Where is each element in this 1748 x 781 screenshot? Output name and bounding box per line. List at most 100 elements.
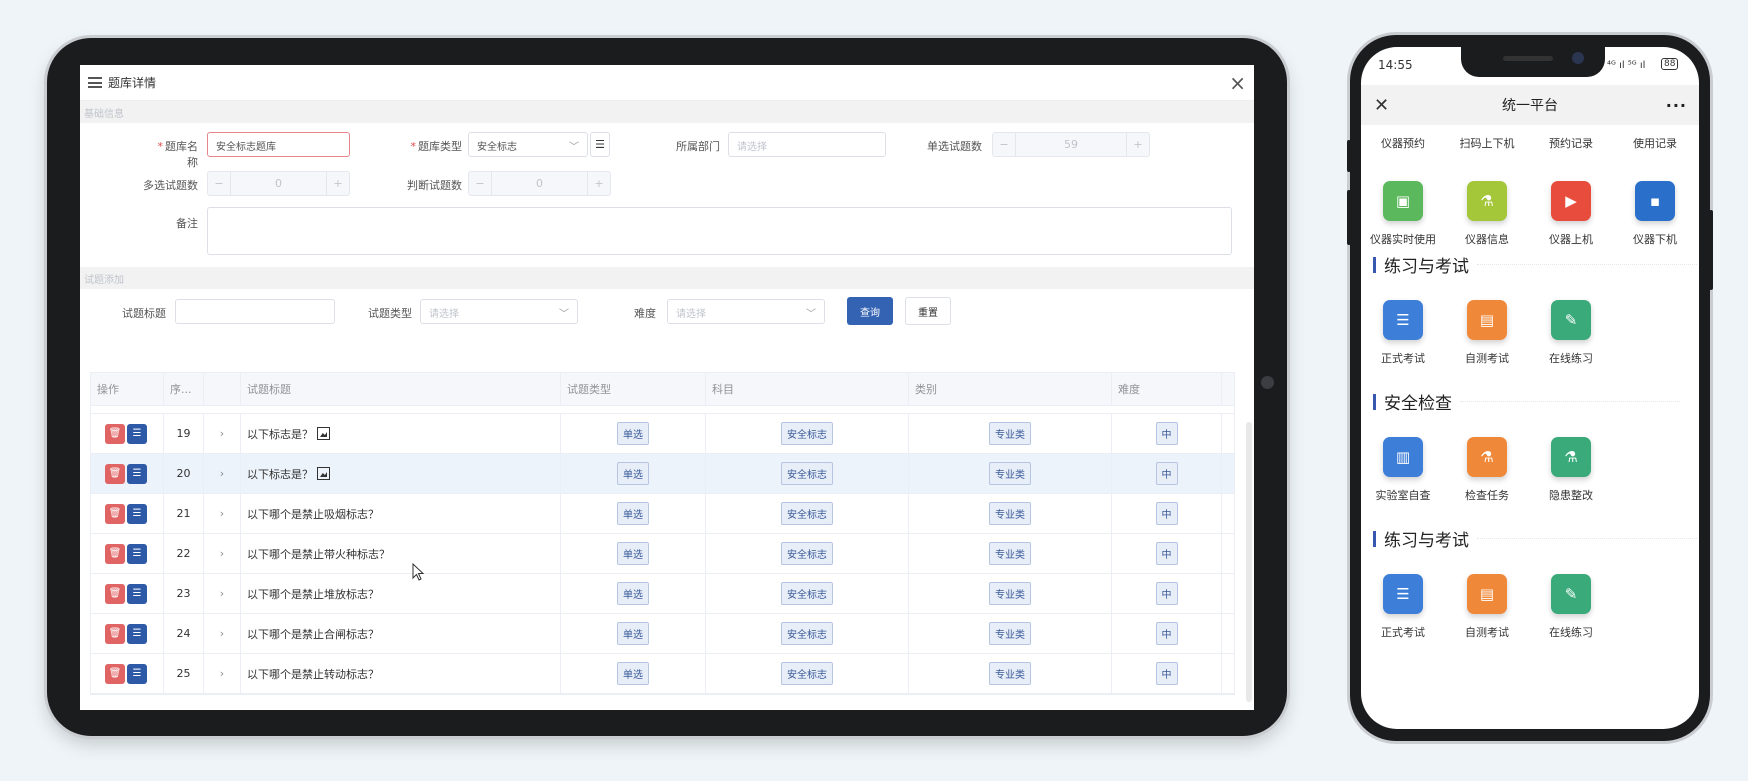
app-icon: ⚗	[1551, 437, 1591, 477]
dept-label: 所属部门	[676, 140, 720, 153]
row-actions: 🗑 ☰	[91, 414, 164, 453]
dept-select[interactable]: 请选择	[728, 132, 886, 157]
app-icon: ☰	[1383, 300, 1423, 340]
detail-list-icon[interactable]: ☰	[127, 583, 147, 604]
row-seq: 21	[164, 494, 204, 533]
section-title-safety: 安全检查	[1373, 389, 1680, 414]
decrement-button[interactable]: −	[993, 133, 1015, 156]
filter-title-input[interactable]	[175, 299, 335, 324]
detail-list-icon[interactable]: ☰	[127, 423, 147, 444]
app-tile[interactable]: ▤ 自测考试	[1445, 300, 1529, 366]
delete-icon[interactable]: 🗑	[105, 623, 125, 644]
app-tile[interactable]: ⚗ 仪器信息	[1445, 181, 1529, 247]
app-label: 隐患整改	[1549, 489, 1593, 502]
grid-row-instrument-2: ▣ 仪器实时使用 ⚗ 仪器信息 ▶ 仪器上机 ▪ 仪器下机	[1361, 181, 1699, 247]
category-tag: 专业类	[989, 582, 1031, 605]
increment-button[interactable]: +	[588, 172, 610, 195]
difficulty-tag: 中	[1155, 422, 1178, 445]
bank-type-label: * 题库类型	[410, 140, 463, 153]
table-row[interactable]: 🗑 ☰ 19 › 以下标志是？ 单选 安全标志 专业类中	[91, 414, 1234, 454]
table-row[interactable]: 🗑 ☰ 25 › 以下哪个是禁止转动标志？ 单选 安全标志 专业类中	[91, 654, 1234, 694]
app-tile[interactable]: 仪器预约	[1361, 125, 1445, 151]
filter-type-select[interactable]: 请选择 ﹀	[420, 299, 578, 324]
increment-button[interactable]: +	[327, 172, 349, 195]
app-tile[interactable]: 扫码上下机	[1445, 125, 1529, 151]
tablet-camera	[1261, 376, 1274, 389]
close-icon[interactable]: ×	[1229, 71, 1246, 95]
app-tile[interactable]: ☰ 正式考试	[1361, 574, 1445, 640]
table-row[interactable]: 🗑 ☰ 22 › 以下哪个是禁止带火种标志？ 单选 安全标志 专业类中	[91, 534, 1234, 574]
delete-icon[interactable]: 🗑	[105, 583, 125, 604]
app-tile[interactable]: ▶ 仪器上机	[1529, 181, 1613, 247]
subject-tag: 安全标志	[781, 622, 833, 645]
expand-chevron-icon[interactable]: ›	[204, 494, 241, 533]
app-tile[interactable]: ✎ 在线练习	[1529, 574, 1613, 640]
query-button[interactable]: 查询	[847, 297, 893, 325]
expand-chevron-icon[interactable]: ›	[204, 534, 241, 573]
app-label: 使用记录	[1633, 137, 1677, 150]
detail-list-icon[interactable]: ☰	[127, 663, 147, 684]
table-scrollbar[interactable]	[1246, 422, 1252, 702]
app-tile[interactable]: 使用记录	[1613, 125, 1697, 151]
increment-button[interactable]: +	[1127, 133, 1149, 156]
expand-chevron-icon[interactable]: ›	[204, 454, 241, 493]
reset-button[interactable]: 重置	[905, 297, 951, 325]
bank-type-select[interactable]: 安全标志 ﹀	[468, 132, 588, 157]
detail-list-icon[interactable]: ☰	[127, 503, 147, 524]
expand-chevron-icon[interactable]: ›	[204, 574, 241, 613]
decrement-button[interactable]: −	[469, 172, 491, 195]
grid-row-instrument-1: 仪器预约 扫码上下机 预约记录 使用记录	[1361, 125, 1699, 151]
row-type: 单选	[561, 534, 706, 573]
expand-chevron-icon[interactable]: ›	[204, 414, 241, 453]
delete-icon[interactable]: 🗑	[105, 423, 125, 444]
single-count-stepper[interactable]: − 59 +	[992, 132, 1150, 157]
chevron-down-icon: ﹀	[569, 142, 579, 153]
app-tile[interactable]: ▪ 仪器下机	[1613, 181, 1697, 247]
expand-chevron-icon[interactable]: ›	[204, 614, 241, 653]
remark-textarea[interactable]	[207, 207, 1232, 255]
app-tile[interactable]: ▣ 仪器实时使用	[1361, 181, 1445, 247]
delete-icon[interactable]: 🗑	[105, 503, 125, 524]
app-tile[interactable]: ▥ 实验室自查	[1361, 437, 1445, 503]
detail-list-icon[interactable]: ☰	[127, 543, 147, 564]
difficulty-tag: 中	[1155, 542, 1178, 565]
row-difficulty: 中	[1112, 494, 1222, 533]
question-bank-detail-window: 题库详情 × 基础信息 * 题库名称 安全标志题库 * 题库类型 安全标志 ﹀ ☰ 所…	[80, 65, 1254, 710]
difficulty-tag: 中	[1155, 662, 1178, 685]
judge-count-stepper[interactable]: − 0 +	[468, 171, 611, 196]
row-difficulty: 中	[1112, 574, 1222, 613]
decrement-button[interactable]: −	[208, 172, 230, 195]
delete-icon[interactable]: 🗑	[105, 463, 125, 484]
delete-icon[interactable]: 🗑	[105, 543, 125, 564]
app-tile[interactable]: ⚗ 检查任务	[1445, 437, 1529, 503]
multi-count-stepper[interactable]: − 0 +	[207, 171, 350, 196]
more-icon[interactable]: ···	[1666, 96, 1687, 115]
filter-difficulty-select[interactable]: 请选择 ﹀	[667, 299, 825, 324]
category-tag: 专业类	[989, 662, 1031, 685]
detail-list-icon[interactable]: ☰	[127, 623, 147, 644]
expand-chevron-icon[interactable]: ›	[204, 654, 241, 693]
grid-row-safety: ▥ 实验室自查 ⚗ 检查任务 ⚗ 隐患整改	[1361, 437, 1699, 503]
app-tile[interactable]: 预约记录	[1529, 125, 1613, 151]
col-header-category: 类别	[909, 373, 1112, 405]
table-row[interactable]: 🗑 ☰ 23 › 以下哪个是禁止堆放标志？ 单选 安全标志 专业类中	[91, 574, 1234, 614]
close-icon[interactable]: ✕	[1374, 95, 1389, 116]
delete-icon[interactable]: 🗑	[105, 663, 125, 684]
col-header-expand	[204, 373, 241, 405]
difficulty-tag: 中	[1155, 502, 1178, 525]
table-row[interactable]: 🗑 ☰ 24 › 以下哪个是禁止合闸标志？ 单选 安全标志 专业类中	[91, 614, 1234, 654]
app-tile[interactable]: ▤ 自测考试	[1445, 574, 1529, 640]
app-icon: ✎	[1551, 574, 1591, 614]
filter-difficulty-label: 难度	[634, 307, 656, 320]
app-tile[interactable]: ✎ 在线练习	[1529, 300, 1613, 366]
app-tile[interactable]: ☰ 正式考试	[1361, 300, 1445, 366]
detail-list-icon[interactable]: ☰	[127, 463, 147, 484]
table-row[interactable]: 🗑 ☰ 21 › 以下哪个是禁止吸烟标志？ 单选 安全标志 专业类中	[91, 494, 1234, 534]
app-tile[interactable]: ⚗ 隐患整改	[1529, 437, 1613, 503]
chevron-down-icon: ﹀	[806, 309, 816, 320]
row-title: 以下标志是？	[241, 454, 561, 493]
bank-type-list-button[interactable]: ☰	[590, 132, 610, 157]
row-difficulty: 中	[1112, 614, 1222, 653]
table-row[interactable]: 🗑 ☰ 20 › 以下标志是？ 单选 安全标志 专业类中	[91, 454, 1234, 494]
bank-name-input[interactable]: 安全标志题库	[207, 132, 350, 157]
